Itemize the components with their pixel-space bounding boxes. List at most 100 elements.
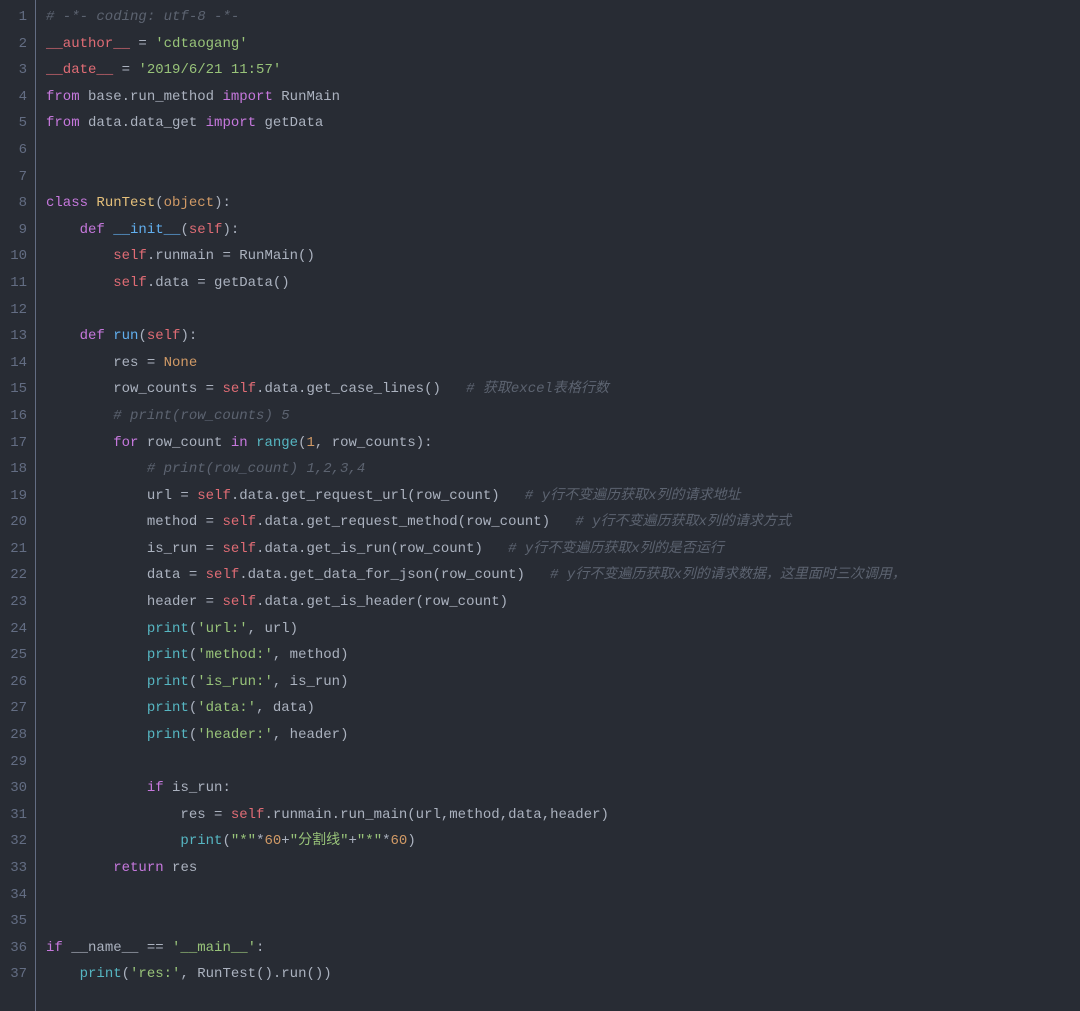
code-line[interactable]: method = self.data.get_request_method(ro…	[46, 509, 1080, 536]
line-number: 17	[0, 430, 27, 457]
token-nm: 60	[264, 833, 281, 849]
code-line[interactable]: print('header:', header)	[46, 722, 1080, 749]
token-st: 'is_run:'	[197, 674, 273, 690]
token-fn: run	[113, 328, 138, 344]
token-pn: data =	[46, 567, 206, 583]
line-number: 6	[0, 137, 27, 164]
code-line[interactable]: class RunTest(object):	[46, 190, 1080, 217]
code-line[interactable]	[46, 882, 1080, 909]
code-line[interactable]	[46, 164, 1080, 191]
code-line[interactable]: # -*- coding: utf-8 -*-	[46, 4, 1080, 31]
token-nm: 60	[391, 833, 408, 849]
code-line[interactable]: def __init__(self):	[46, 217, 1080, 244]
token-pn	[46, 435, 113, 451]
token-pn: res	[164, 860, 198, 876]
code-line[interactable]: is_run = self.data.get_is_run(row_count)…	[46, 536, 1080, 563]
line-number: 35	[0, 908, 27, 935]
code-line[interactable]	[46, 908, 1080, 935]
code-line[interactable]: if is_run:	[46, 775, 1080, 802]
line-number: 9	[0, 217, 27, 244]
code-line[interactable]: return res	[46, 855, 1080, 882]
code-line[interactable]: __author__ = 'cdtaogang'	[46, 31, 1080, 58]
code-line[interactable]: header = self.data.get_is_header(row_cou…	[46, 589, 1080, 616]
token-cm: # -*- coding: utf-8 -*-	[46, 9, 239, 25]
code-line[interactable]: print('data:', data)	[46, 695, 1080, 722]
token-st: "分割线"	[290, 833, 349, 849]
line-number: 21	[0, 536, 27, 563]
token-pn	[46, 461, 147, 477]
token-pn: (	[222, 833, 230, 849]
token-st: "*"	[357, 833, 382, 849]
code-line[interactable]: __date__ = '2019/6/21 11:57'	[46, 57, 1080, 84]
line-number: 10	[0, 243, 27, 270]
line-number: 15	[0, 376, 27, 403]
token-pn: (	[122, 966, 130, 982]
token-cm: # print(row_count) 1,2,3,4	[147, 461, 365, 477]
line-number: 22	[0, 562, 27, 589]
code-line[interactable]: print('url:', url)	[46, 616, 1080, 643]
token-kw: if	[46, 940, 63, 956]
code-line[interactable]: # print(row_count) 1,2,3,4	[46, 456, 1080, 483]
code-line[interactable]	[46, 749, 1080, 776]
code-line[interactable]	[46, 137, 1080, 164]
line-number: 25	[0, 642, 27, 669]
token-pn: __name__ ==	[63, 940, 172, 956]
token-pn: .runmain = RunMain()	[147, 248, 315, 264]
token-st: '__main__'	[172, 940, 256, 956]
code-line[interactable]: from data.data_get import getData	[46, 110, 1080, 137]
token-pn: .data.get_is_run(row_count)	[256, 541, 508, 557]
code-line[interactable]: self.runmain = RunMain()	[46, 243, 1080, 270]
token-pn: res =	[46, 355, 164, 371]
line-number: 5	[0, 110, 27, 137]
token-st: 'header:'	[197, 727, 273, 743]
code-line[interactable]: row_counts = self.data.get_case_lines() …	[46, 376, 1080, 403]
token-pn: is_run =	[46, 541, 222, 557]
token-pn	[46, 275, 113, 291]
token-kw: class	[46, 195, 96, 211]
line-number: 28	[0, 722, 27, 749]
token-pn: .data.get_case_lines()	[256, 381, 466, 397]
token-pn: .runmain.run_main(url,method,data,header…	[264, 807, 608, 823]
token-pn	[46, 727, 147, 743]
token-pn: )	[407, 833, 415, 849]
token-pn: (	[189, 621, 197, 637]
token-sf: self	[222, 594, 256, 610]
token-pn: ):	[180, 328, 197, 344]
token-pn: header =	[46, 594, 222, 610]
token-pn: +	[281, 833, 289, 849]
line-number: 24	[0, 616, 27, 643]
line-number: 37	[0, 961, 27, 988]
token-sf: __date__	[46, 62, 113, 78]
code-line[interactable]	[46, 297, 1080, 324]
line-number: 32	[0, 828, 27, 855]
code-line[interactable]: self.data = getData()	[46, 270, 1080, 297]
code-line[interactable]: data = self.data.get_data_for_json(row_c…	[46, 562, 1080, 589]
line-number: 12	[0, 297, 27, 324]
code-line[interactable]: # print(row_counts) 5	[46, 403, 1080, 430]
code-line[interactable]: print("*"*60+"分割线"+"*"*60)	[46, 828, 1080, 855]
line-number: 31	[0, 802, 27, 829]
code-area[interactable]: # -*- coding: utf-8 -*- __author__ = 'cdt…	[36, 0, 1080, 1011]
code-line[interactable]: def run(self):	[46, 323, 1080, 350]
code-line[interactable]: res = None	[46, 350, 1080, 377]
line-number: 27	[0, 695, 27, 722]
code-editor[interactable]: 1234567891011121314151617181920212223242…	[0, 0, 1080, 1011]
token-pn: (	[189, 727, 197, 743]
code-line[interactable]: res = self.runmain.run_main(url,method,d…	[46, 802, 1080, 829]
code-line[interactable]: url = self.data.get_request_url(row_coun…	[46, 483, 1080, 510]
code-line[interactable]: if __name__ == '__main__':	[46, 935, 1080, 962]
code-line[interactable]: from base.run_method import RunMain	[46, 84, 1080, 111]
token-pn: +	[349, 833, 357, 849]
token-pn: , data)	[256, 700, 315, 716]
token-pn: .data.get_data_for_json(row_count)	[239, 567, 550, 583]
token-pn: base.run_method	[80, 89, 223, 105]
code-line[interactable]: print('method:', method)	[46, 642, 1080, 669]
code-line[interactable]: print('is_run:', is_run)	[46, 669, 1080, 696]
token-fn: __init__	[113, 222, 180, 238]
token-cm: # y行不变遍历获取x列的请求方式	[575, 514, 791, 530]
code-line[interactable]: print('res:', RunTest().run())	[46, 961, 1080, 988]
line-number: 19	[0, 483, 27, 510]
token-pn	[46, 328, 80, 344]
code-line[interactable]: for row_count in range(1, row_counts):	[46, 430, 1080, 457]
token-pn: , method)	[273, 647, 349, 663]
